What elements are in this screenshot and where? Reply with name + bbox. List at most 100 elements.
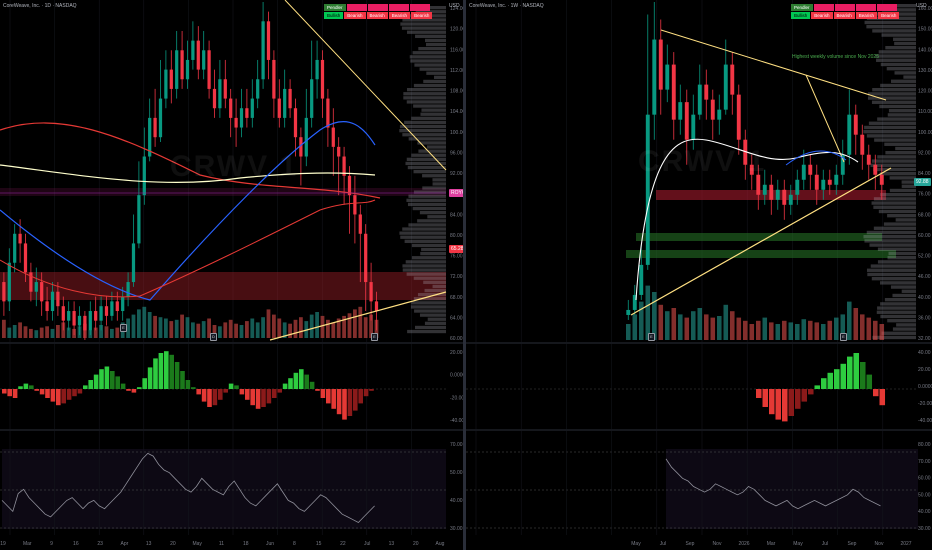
oscillator-bar (309, 381, 315, 389)
volume-profile-bar (896, 323, 916, 327)
osc-axis-tick: 0.0000 (450, 373, 463, 379)
volume-profile-bar (863, 130, 916, 134)
volume-profile-bar (409, 55, 446, 59)
candle-body (110, 301, 114, 316)
volume-bar (299, 317, 303, 338)
volume-profile-bar (424, 288, 446, 293)
symbol-title: CoreWeave, Inc. · 1D · NASDAQ (3, 3, 77, 9)
volume-profile-bar (423, 280, 446, 284)
volume-profile-bar (425, 42, 446, 47)
volume-profile-bar (408, 223, 446, 227)
event-marker[interactable]: E (371, 333, 378, 341)
candle-body (158, 98, 163, 138)
oscillator-bar (50, 389, 56, 402)
volume-bar (34, 330, 39, 338)
volume-profile-bar (413, 83, 446, 88)
volume-profile-bar (872, 29, 916, 33)
time-axis-tick: Jul (364, 541, 370, 547)
price-axis-tick: 92.00 (450, 171, 463, 177)
time-axis-tick: 9 (50, 541, 53, 547)
rsi-axis-tick: 80.00 (918, 442, 931, 448)
volume-bar (29, 328, 33, 338)
volume-bar (665, 311, 670, 340)
candle-body (730, 64, 735, 95)
oscillator-bar (282, 383, 288, 389)
volume-bar (775, 324, 781, 340)
oscillator-bar (164, 351, 169, 389)
candle-body (61, 306, 65, 321)
weekly-chart-pane[interactable]: 160.00 150.00 140.00 130.00 120.00 110.00 100.… (466, 0, 932, 550)
volume-bar (801, 319, 807, 340)
daily-chart-canvas[interactable]: 124.00120.00116.00112.00108.00104.00100.… (0, 0, 463, 550)
volume-bar (185, 317, 190, 338)
oscillator-bar (83, 385, 88, 389)
volume-profile-bar (879, 104, 916, 109)
candle-body (164, 69, 168, 99)
volume-bar (756, 320, 761, 340)
volume-bar (218, 326, 222, 338)
rsi-axis-tick: 70.00 (918, 459, 931, 465)
volume-profile-bar (876, 58, 916, 62)
volume-profile-bar (883, 222, 916, 226)
candle-body (18, 233, 22, 244)
oscillator-bar (288, 378, 293, 389)
volume-profile-bar (402, 264, 446, 268)
volume-profile-bar (406, 100, 446, 104)
price-axis-tick: 116.00 (450, 47, 463, 53)
candle-body (723, 64, 728, 110)
volume-profile-bar (885, 151, 916, 155)
volume-profile-bar (399, 124, 446, 129)
volume-bar (821, 324, 826, 340)
event-marker[interactable]: D (210, 333, 217, 341)
price-axis-tick: 104.00 (450, 109, 463, 115)
volume-profile-bar (413, 104, 446, 108)
oscillator-bar (304, 374, 309, 389)
symbol-title: CoreWeave, Inc. · 1W · NASDAQ (469, 3, 544, 9)
rsi-axis-tick: 30.00 (450, 526, 463, 532)
daily-chart-pane[interactable]: 124.00120.00116.00112.00108.00104.00100.… (0, 0, 463, 550)
time-axis-tick: May (793, 541, 803, 547)
volume-profile-bar (867, 272, 916, 277)
price-axis-tick: 130.00 (918, 68, 932, 74)
volume-profile-bar (877, 247, 916, 251)
candle-body (834, 174, 839, 185)
indicator-line (805, 74, 845, 163)
osc-axis-tick: 40.00 (918, 350, 931, 356)
candle-body (331, 127, 335, 147)
oscillator-bar (158, 353, 164, 389)
oscillator-bar (795, 389, 801, 409)
time-axis-tick: Jul (660, 541, 666, 547)
time-axis-tick: Jun (266, 541, 274, 547)
candle-body (788, 194, 793, 205)
volume-profile-bar (881, 331, 916, 335)
candle-body (283, 88, 287, 118)
candle-body (866, 154, 871, 165)
volume-bar (730, 311, 735, 340)
candle-body (34, 282, 38, 292)
oscillator-bar (99, 369, 104, 389)
time-axis-tick: Apr (120, 541, 128, 547)
candle-body (374, 301, 379, 312)
trend-state-bullish: Bullish (791, 12, 811, 19)
event-marker[interactable]: E (840, 333, 847, 341)
candle-body (775, 189, 780, 200)
price-axis-tick: 68.00 (918, 212, 931, 218)
volume-profile-bar (875, 54, 916, 58)
volume-profile-bar (426, 71, 446, 75)
volume-profile-bar (895, 146, 916, 151)
volume-profile-bar (411, 153, 446, 157)
volume-bar (723, 304, 729, 340)
candle-body (827, 179, 832, 185)
candle-body (814, 174, 819, 190)
trend-state-bearish: Bearish (344, 12, 366, 19)
oscillator-bar (212, 389, 218, 406)
volume-bar (137, 309, 141, 338)
candle-body (175, 50, 179, 89)
weekly-chart-canvas[interactable]: 160.00150.00140.00130.00120.00110.00100.… (466, 0, 932, 550)
volume-profile-bar (880, 193, 916, 197)
event-marker[interactable]: E (648, 333, 655, 341)
event-marker[interactable]: E (120, 324, 127, 332)
candle-body (218, 79, 222, 109)
candle-body (665, 64, 670, 90)
oscillator-bar (180, 371, 185, 389)
